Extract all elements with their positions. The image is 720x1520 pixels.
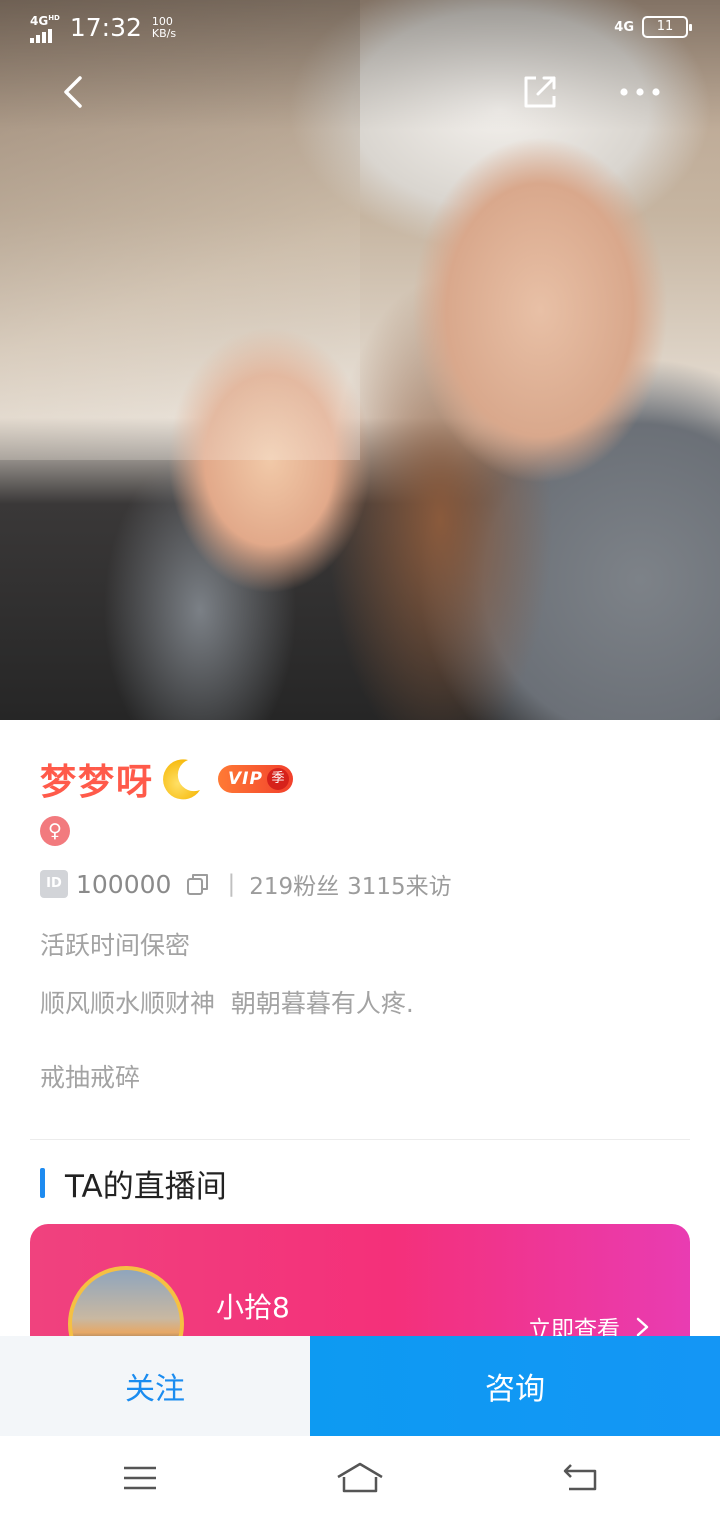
live-section-title: TA的直播间: [40, 1163, 227, 1205]
signature-line-2: 戒抽戒碎: [40, 1063, 141, 1092]
action-bar: 关注 咨询: [0, 1336, 720, 1436]
follow-button[interactable]: 关注: [0, 1336, 310, 1436]
battery-icon: 11: [642, 16, 692, 38]
live-room-name: 小拾8: [216, 1291, 290, 1324]
system-nav-bar: [0, 1436, 720, 1520]
active-time: 活跃时间保密: [40, 931, 191, 960]
more-button[interactable]: [610, 62, 670, 122]
vip-badge: VIP 季: [218, 765, 293, 793]
copy-icon[interactable]: [185, 871, 211, 897]
network-type: 4G: [614, 19, 634, 35]
menu-button[interactable]: [110, 1456, 170, 1500]
more-icon: [620, 88, 660, 96]
visit-count: 3115来访: [347, 874, 452, 900]
share-icon: [524, 76, 556, 108]
crescent-moon-icon: [163, 759, 201, 800]
user-name: 梦梦呀: [40, 762, 155, 803]
back-nav-button[interactable]: [550, 1456, 610, 1500]
gender-female-icon: ♀: [40, 816, 70, 846]
id-icon: ID: [40, 870, 68, 898]
consult-button[interactable]: 咨询: [310, 1336, 720, 1436]
status-time: 17:32: [69, 12, 142, 42]
signal-bars-icon: [30, 29, 52, 43]
home-button[interactable]: [330, 1456, 390, 1500]
chevron-left-icon: [64, 76, 82, 108]
home-icon: [337, 1462, 383, 1493]
fans-count: 219粉丝: [249, 874, 340, 900]
share-button[interactable]: [510, 62, 570, 122]
name-row: 梦梦呀 VIP 季: [40, 752, 690, 806]
section-divider: [30, 1139, 690, 1140]
status-bar: 4GHD 17:32 100 KB/s 4G 11: [0, 0, 720, 56]
title-accent-bar: [40, 1168, 45, 1198]
signature-line-1: 顺风顺水顺财神 朝朝暮暮有人疼.: [40, 989, 414, 1018]
top-nav: [0, 62, 720, 122]
menu-icon: [124, 1466, 156, 1490]
stats-divider: |: [227, 871, 236, 897]
signal-indicator: 4GHD: [30, 12, 60, 43]
user-stats: ID 100000 | 219粉丝 3115来访: [40, 866, 690, 902]
network-speed: 100 KB/s: [151, 14, 177, 40]
back-button[interactable]: [44, 62, 104, 122]
profile-info: 梦梦呀 VIP 季 ♀ ID 100000 | 219粉丝 3115来访 活跃时…: [40, 752, 690, 1094]
return-icon: [563, 1464, 597, 1491]
user-id: 100000: [76, 869, 172, 899]
